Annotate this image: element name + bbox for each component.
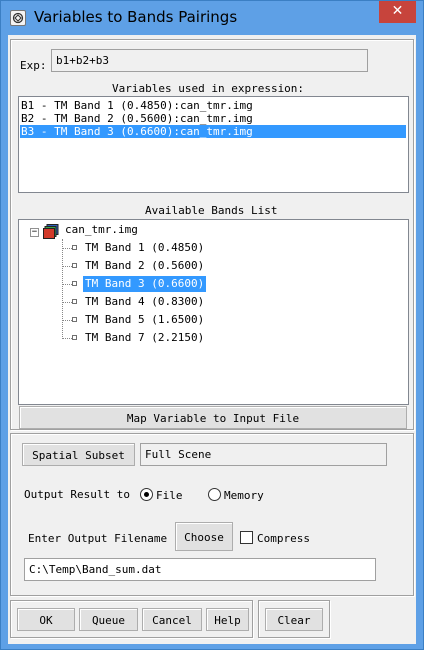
ok-button[interactable]: OK	[17, 608, 75, 631]
band-node-icon	[72, 335, 77, 340]
tree-branch	[62, 320, 72, 321]
output-file-radio[interactable]	[140, 488, 153, 501]
output-result-label: Output Result to	[24, 488, 130, 501]
band-node-icon	[72, 299, 77, 304]
tree-branch	[62, 248, 72, 249]
band-node-icon	[72, 281, 77, 286]
output-filename-label: Enter Output Filename	[28, 532, 168, 545]
band-item-3[interactable]: TM Band 3 (0.6600)	[83, 276, 207, 292]
variables-heading: Variables used in expression:	[112, 82, 305, 95]
raster-file-icon	[43, 224, 59, 239]
band-node-icon	[72, 245, 77, 250]
subset-value-field: Full Scene	[140, 443, 387, 466]
output-filename-input[interactable]: C:\Temp\Band_sum.dat	[24, 558, 376, 581]
output-group: Spatial Subset Full Scene Output Result …	[10, 433, 414, 596]
app-icon	[10, 10, 26, 26]
band-node-icon	[72, 317, 77, 322]
tree-branch	[62, 266, 72, 267]
variable-item-b1[interactable]: B1 - TM Band 1 (0.4850):can_tmr.img	[20, 99, 406, 112]
spatial-subset-button[interactable]: Spatial Subset	[22, 443, 135, 466]
title-bar[interactable]: Variables to Bands Pairings ✕	[1, 1, 423, 35]
close-button[interactable]: ✕	[379, 1, 416, 23]
clear-button-group: Clear	[258, 600, 330, 638]
radio-dot-icon	[144, 492, 149, 497]
band-node-icon	[72, 263, 77, 268]
help-button[interactable]: Help	[206, 608, 249, 631]
compress-checkbox[interactable]	[240, 531, 253, 544]
dialog-body: Exp: b1+b2+b3 Variables used in expressi…	[8, 35, 416, 644]
action-button-group: OK Queue Cancel Help	[10, 600, 253, 638]
expression-group: Exp: b1+b2+b3 Variables used in expressi…	[10, 39, 414, 430]
bands-heading: Available Bands List	[145, 204, 278, 217]
variable-item-b3[interactable]: B3 - TM Band 3 (0.6600):can_tmr.img	[20, 125, 406, 138]
expression-label: Exp:	[20, 59, 47, 72]
band-item-5[interactable]: TM Band 5 (1.6500)	[83, 312, 206, 328]
band-item-7[interactable]: TM Band 7 (2.2150)	[83, 330, 206, 346]
compress-label[interactable]: Compress	[257, 532, 310, 545]
tree-branch	[62, 338, 72, 339]
queue-button[interactable]: Queue	[79, 608, 138, 631]
band-item-2[interactable]: TM Band 2 (0.5600)	[83, 258, 206, 274]
variables-list[interactable]: B1 - TM Band 1 (0.4850):can_tmr.img B2 -…	[18, 96, 409, 193]
dialog-window: Variables to Bands Pairings ✕ Exp: b1+b2…	[0, 0, 424, 650]
output-memory-radio[interactable]	[208, 488, 221, 501]
tree-branch	[62, 302, 72, 303]
output-memory-label[interactable]: Memory	[224, 489, 264, 502]
clear-button[interactable]: Clear	[265, 608, 323, 631]
choose-button[interactable]: Choose	[175, 522, 233, 551]
band-item-1[interactable]: TM Band 1 (0.4850)	[83, 240, 206, 256]
expression-field[interactable]: b1+b2+b3	[51, 49, 368, 72]
bands-tree[interactable]: − can_tmr.img TM Band 1 (0.4850) TM Band…	[18, 219, 409, 405]
map-variable-button[interactable]: Map Variable to Input File	[19, 406, 407, 429]
tree-branch	[62, 284, 72, 285]
window-title: Variables to Bands Pairings	[34, 8, 238, 26]
output-file-label[interactable]: File	[156, 489, 183, 502]
collapse-toggle-icon[interactable]: −	[30, 228, 39, 237]
band-item-4[interactable]: TM Band 4 (0.8300)	[83, 294, 206, 310]
cancel-button[interactable]: Cancel	[142, 608, 202, 631]
tree-connector	[62, 239, 63, 339]
variable-item-b2[interactable]: B2 - TM Band 2 (0.5600):can_tmr.img	[20, 112, 406, 125]
tree-root-file[interactable]: can_tmr.img	[63, 222, 140, 238]
